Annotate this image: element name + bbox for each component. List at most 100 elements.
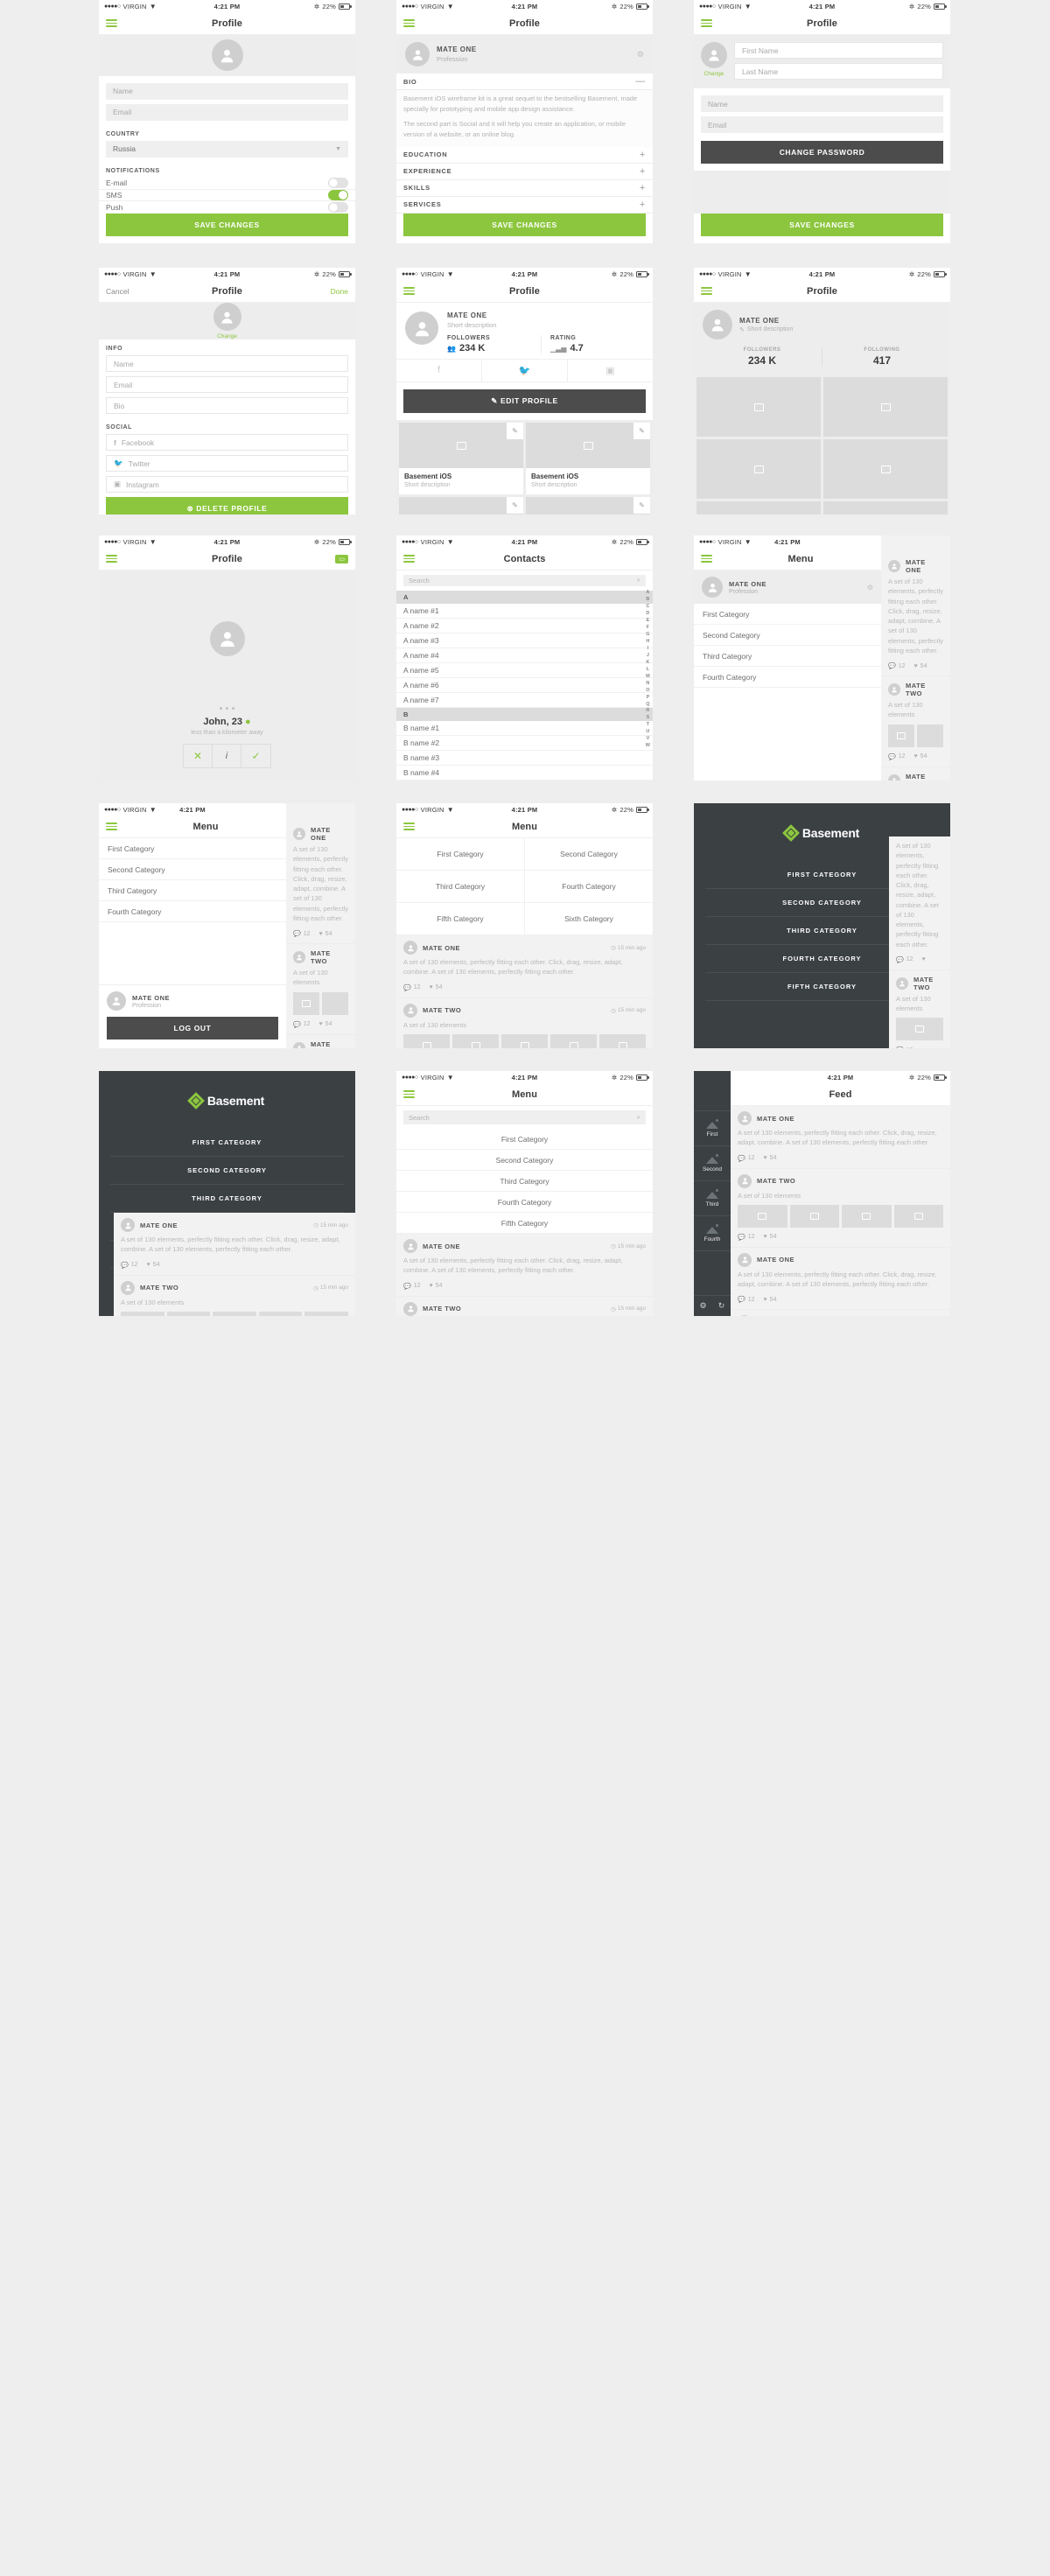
thumbnail[interactable] [304, 1311, 348, 1316]
alpha-index-letter[interactable]: K [646, 660, 649, 667]
save-changes-button[interactable]: SAVE CHANGES [106, 214, 348, 237]
avatar[interactable] [403, 1003, 417, 1018]
alpha-index-letter[interactable]: C [646, 604, 649, 611]
menu-burger-icon[interactable] [701, 18, 712, 29]
refresh-icon[interactable]: ↻ [712, 1296, 731, 1316]
message-icon[interactable]: ▭ [335, 554, 348, 564]
name-input[interactable]: Name [701, 95, 943, 112]
menu-burger-icon[interactable] [403, 1088, 415, 1100]
thumbnail[interactable] [599, 1033, 646, 1048]
thumbnail[interactable] [896, 1018, 943, 1041]
heart-icon[interactable]: ♥ 54 [914, 663, 928, 669]
contact-row[interactable]: B name #4 [396, 766, 653, 780]
alpha-index-letter[interactable]: B [646, 597, 649, 604]
thumbnail[interactable] [917, 724, 943, 747]
search-input[interactable]: Search ⌕ [403, 1110, 646, 1124]
gallery-tile[interactable] [823, 439, 948, 499]
avatar[interactable] [211, 39, 243, 72]
search-input[interactable]: Search ⌕ [403, 575, 646, 586]
change-password-button[interactable]: CHANGE PASSWORD [701, 141, 943, 164]
avatar[interactable] [405, 42, 430, 66]
menu-item-first[interactable]: First Category [396, 1129, 653, 1150]
heart-icon[interactable]: ♥ 54 [147, 1262, 160, 1268]
avatar[interactable] [405, 312, 438, 345]
rail-item-second[interactable]: Second [694, 1146, 731, 1181]
menu-item-fourth[interactable]: Fourth Category [99, 901, 286, 922]
menu-item-first[interactable]: First Category [99, 838, 286, 859]
accordion-experience[interactable]: EXPERIENCE + [396, 164, 653, 180]
contact-row[interactable]: B name #1 [396, 721, 653, 736]
pencil-icon[interactable]: ✎ [634, 423, 650, 439]
menu-burger-icon[interactable] [106, 553, 117, 564]
pencil-icon[interactable]: ✎ [507, 497, 523, 514]
thumbnail[interactable] [121, 1311, 164, 1316]
drawer-item-first[interactable]: FIRST CATEGORY [110, 1129, 344, 1157]
push-toggle[interactable] [328, 202, 348, 214]
alpha-index-letter[interactable]: A [646, 590, 649, 597]
alpha-index-letter[interactable]: R [646, 708, 649, 715]
contact-row[interactable]: A name #3 [396, 634, 653, 648]
accordion-skills[interactable]: SKILLS + [396, 180, 653, 197]
contact-row[interactable]: A name #1 [396, 604, 653, 619]
comment-icon[interactable]: 💬 12 [403, 1283, 421, 1290]
instagram-icon[interactable]: ▣ [568, 360, 653, 382]
menu-burger-icon[interactable] [701, 553, 712, 564]
gallery-tile[interactable] [696, 501, 821, 514]
feed-thumbnails[interactable] [881, 724, 950, 751]
alpha-index-letter[interactable]: S [647, 715, 650, 722]
country-select[interactable]: Russia ▼ [106, 140, 348, 158]
alpha-index-letter[interactable]: P [647, 695, 650, 702]
toggle-row-email[interactable]: E-mail [99, 178, 355, 190]
thumbnail[interactable] [789, 1204, 839, 1228]
drawer-item-second[interactable]: SECOND CATEGORY [110, 1157, 344, 1185]
facebook-icon[interactable]: f [396, 360, 482, 382]
avatar[interactable] [701, 42, 727, 68]
feed-peek[interactable]: MATE ONE A set of 130 elements, perfectl… [286, 803, 355, 1048]
menu-burger-icon[interactable] [403, 285, 415, 297]
avatar[interactable] [738, 1315, 752, 1316]
feed-thumbnails[interactable] [114, 1311, 355, 1316]
feed-thumbnails[interactable] [286, 991, 355, 1018]
name-input[interactable]: Name [106, 82, 348, 100]
avatar[interactable] [738, 1173, 752, 1188]
avatar[interactable] [403, 1239, 417, 1253]
save-changes-button[interactable]: SAVE CHANGES [701, 214, 943, 236]
menu-burger-icon[interactable] [106, 18, 117, 29]
gallery-tile[interactable] [696, 377, 821, 437]
feed-peek[interactable]: MATE ONE A set of 130 elements, perfectl… [881, 536, 950, 780]
alpha-index-letter[interactable]: I [648, 646, 649, 653]
gear-icon[interactable]: ⚙ [867, 584, 873, 592]
heart-icon[interactable]: ♥ 54 [914, 753, 928, 760]
card-image[interactable]: ✎ [526, 423, 650, 468]
pencil-icon[interactable]: ✎ [507, 423, 523, 439]
menu-cell-second[interactable]: Second Category [525, 838, 653, 871]
comment-icon[interactable]: 💬 12 [293, 1021, 311, 1028]
thumbnail[interactable] [213, 1311, 256, 1316]
thumbnail[interactable] [403, 1033, 450, 1048]
avatar[interactable] [107, 991, 126, 1011]
name-input[interactable]: Name [106, 355, 348, 372]
rail-item-fourth[interactable]: Fourth [694, 1216, 731, 1251]
heart-icon[interactable]: ♥ 54 [764, 1297, 777, 1303]
menu-burger-icon[interactable] [403, 553, 415, 564]
sms-toggle[interactable] [328, 189, 348, 200]
contact-row[interactable]: A name #2 [396, 619, 653, 634]
heart-icon[interactable]: ♥ 54 [319, 931, 332, 937]
menu-cell-fourth[interactable]: Fourth Category [525, 871, 653, 903]
alpha-index-letter[interactable]: V [647, 736, 650, 743]
feed-overlay[interactable]: MATE ONE ◷ 15 min ago A set of 130 element… [114, 1213, 355, 1316]
menu-item-first[interactable]: First Category [694, 604, 881, 625]
menu-item-third[interactable]: Third Category [99, 880, 286, 901]
menu-burger-icon[interactable] [106, 821, 117, 832]
comment-icon[interactable]: 💬 12 [888, 662, 906, 670]
menu-cell-first[interactable]: First Category [396, 838, 525, 871]
thumbnail[interactable] [452, 1033, 499, 1048]
heart-icon[interactable]: ♥ 54 [764, 1155, 777, 1161]
thumbnail[interactable] [893, 1204, 943, 1228]
thumbnail[interactable] [501, 1033, 548, 1048]
accordion-bio[interactable]: BIO — [396, 74, 653, 91]
card-image[interactable]: ✎ [399, 423, 523, 468]
card-image[interactable]: ✎ [526, 497, 650, 514]
contact-row[interactable]: A name #5 [396, 663, 653, 678]
alpha-index-letter[interactable]: O [646, 688, 649, 695]
